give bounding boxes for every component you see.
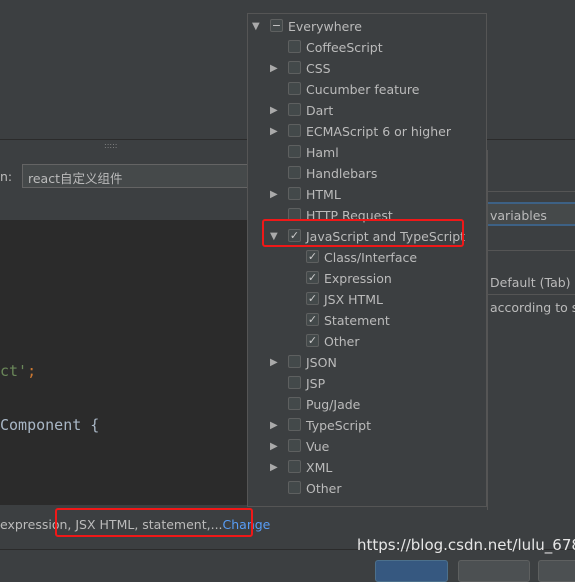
checkbox[interactable]	[288, 439, 301, 452]
collapsed-arrow-icon[interactable]: ▶	[270, 100, 278, 121]
collapsed-arrow-icon[interactable]: ▶	[270, 436, 278, 457]
tree-item[interactable]: JSP	[248, 373, 486, 394]
tree-item-label: Handlebars	[306, 166, 378, 181]
checkbox[interactable]: ✓	[306, 250, 319, 263]
highlight-box	[262, 219, 464, 247]
checkbox[interactable]	[288, 418, 301, 431]
watermark: https://blog.csdn.net/lulu_678	[357, 536, 575, 554]
abbreviation-input[interactable]: react自定义组件	[22, 164, 262, 188]
highlight-box	[55, 508, 253, 537]
tree-item-label: Vue	[306, 439, 330, 454]
tree-item-label: Class/Interface	[324, 250, 418, 265]
tree-item-label: Expression	[324, 271, 392, 286]
tree-item-label: Other	[324, 334, 360, 349]
checkbox[interactable]: −	[270, 19, 283, 32]
checkbox[interactable]	[288, 355, 301, 368]
checkbox[interactable]	[288, 103, 301, 116]
tree-item-label: Dart	[306, 103, 334, 118]
code-line: Component {	[0, 416, 100, 434]
reformat-option[interactable]: according to st	[490, 300, 575, 315]
tree-item-label: CSS	[306, 61, 331, 76]
tree-item-label: Pug/Jade	[306, 397, 361, 412]
tree-item-label: ECMAScript 6 or higher	[306, 124, 451, 139]
checkbox[interactable]	[288, 376, 301, 389]
tree-item[interactable]: ▶ ECMAScript 6 or higher	[248, 121, 486, 142]
tree-item-label: Other	[306, 481, 342, 496]
ok-button[interactable]	[375, 560, 448, 582]
tree-item[interactable]: Handlebars	[248, 163, 486, 184]
tree-item[interactable]: ▼ − Everywhere	[248, 16, 486, 37]
tree-item[interactable]: ✓ Other	[248, 331, 486, 352]
tree-item[interactable]: Haml	[248, 142, 486, 163]
collapsed-arrow-icon[interactable]: ▶	[270, 457, 278, 478]
tree-item-label: HTML	[306, 187, 341, 202]
tree-item[interactable]: ▶ HTML	[248, 184, 486, 205]
help-button[interactable]	[538, 560, 575, 582]
tree-item-label: Cucumber feature	[306, 82, 420, 97]
checkbox[interactable]	[288, 145, 301, 158]
name-label: n:	[0, 169, 13, 184]
collapsed-arrow-icon[interactable]: ▶	[270, 184, 278, 205]
tree-item[interactable]: ✓ Class/Interface	[248, 247, 486, 268]
tree-item-label: CoffeeScript	[306, 40, 383, 55]
tree-item-label: Haml	[306, 145, 339, 160]
context-tree-popup: ▼ − Everywhere CoffeeScript ▶ CSS Cucumber fea…	[247, 13, 487, 507]
checkbox[interactable]	[288, 40, 301, 53]
tree-item-label: XML	[306, 460, 333, 475]
checkbox[interactable]	[288, 61, 301, 74]
checkbox[interactable]: ✓	[306, 292, 319, 305]
checkbox[interactable]	[288, 166, 301, 179]
expand-key-select[interactable]: Default (Tab)	[488, 271, 575, 295]
collapsed-arrow-icon[interactable]: ▶	[270, 415, 278, 436]
checkbox[interactable]	[288, 481, 301, 494]
option-row	[488, 150, 575, 192]
checkbox[interactable]	[288, 82, 301, 95]
checkbox[interactable]: ✓	[306, 334, 319, 347]
expand-with-select[interactable]: variables	[488, 202, 575, 226]
tree-item[interactable]: ✓ Statement	[248, 310, 486, 331]
tree-item[interactable]: ▶ JSON	[248, 352, 486, 373]
checkbox[interactable]	[288, 460, 301, 473]
tree-item[interactable]: ▶ TypeScript	[248, 415, 486, 436]
expanded-arrow-icon[interactable]: ▼	[252, 16, 260, 37]
collapsed-arrow-icon[interactable]: ▶	[270, 352, 278, 373]
tree-item[interactable]: Other	[248, 478, 486, 499]
tree-item[interactable]: Pug/Jade	[248, 394, 486, 415]
checkbox[interactable]	[288, 397, 301, 410]
checkbox[interactable]	[288, 187, 301, 200]
tree-item[interactable]: ▶ Vue	[248, 436, 486, 457]
splitter-handle[interactable]: :::::	[104, 141, 117, 150]
tree-item[interactable]: ▶ XML	[248, 457, 486, 478]
tree-item-label: JSON	[306, 355, 337, 370]
template-text-editor[interactable]: ct'; Component {	[0, 220, 247, 505]
tree-item-label: JSX HTML	[324, 292, 383, 307]
collapsed-arrow-icon[interactable]: ▶	[270, 121, 278, 142]
checkbox[interactable]: ✓	[306, 313, 319, 326]
options-panel: variables Default (Tab) according to st	[487, 150, 575, 510]
code-line: ct';	[0, 362, 37, 380]
tree-item[interactable]: Cucumber feature	[248, 79, 486, 100]
tree-item[interactable]: ▶ Dart	[248, 100, 486, 121]
tree-item[interactable]: ▶ CSS	[248, 58, 486, 79]
tree-item-label: JSP	[306, 376, 326, 391]
cancel-button[interactable]	[458, 560, 530, 582]
tree-item-label: TypeScript	[306, 418, 371, 433]
tree-item[interactable]: CoffeeScript	[248, 37, 486, 58]
collapsed-arrow-icon[interactable]: ▶	[270, 58, 278, 79]
tree-item-label: Statement	[324, 313, 390, 328]
checkbox[interactable]: ✓	[306, 271, 319, 284]
tree-item[interactable]: ✓ Expression	[248, 268, 486, 289]
checkbox[interactable]	[288, 124, 301, 137]
tree-item[interactable]: ✓ JSX HTML	[248, 289, 486, 310]
option-row	[488, 230, 575, 251]
tree-item-label: Everywhere	[288, 19, 362, 34]
